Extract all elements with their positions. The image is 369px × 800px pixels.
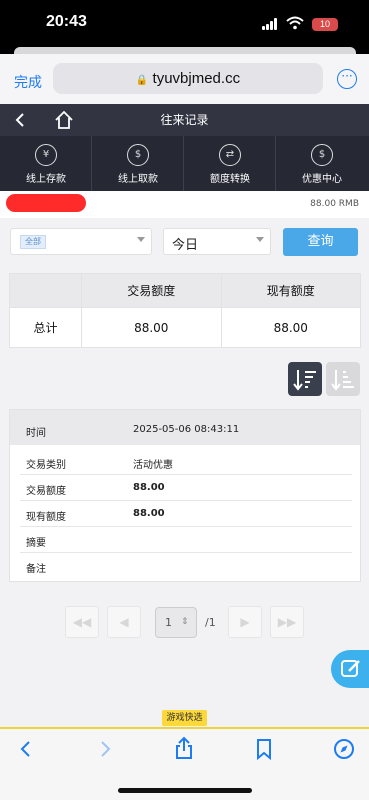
- time-value: 2025-05-06 08:43:11: [133, 424, 240, 435]
- browser-back-icon[interactable]: [18, 740, 34, 758]
- type-tag: 全部: [20, 235, 46, 249]
- query-button[interactable]: 查询: [283, 228, 358, 256]
- page-current: 1: [165, 616, 172, 629]
- total-balance: 88.00: [220, 307, 361, 348]
- signal-icon: [262, 18, 280, 30]
- record-card: 时间 2025-05-06 08:43:11 交易类别 活动优惠 交易额度 88…: [9, 409, 361, 582]
- record-header: 时间 2025-05-06 08:43:11: [10, 410, 360, 445]
- total-amount: 88.00: [81, 307, 222, 348]
- page-title: 往来记录: [160, 113, 209, 127]
- double-chevron-left-icon: ◀◀: [72, 615, 92, 629]
- browser-forward-icon[interactable]: [97, 740, 113, 758]
- suggestion-line: [0, 727, 369, 729]
- row-key: 交易类别: [26, 460, 66, 471]
- chevron-down-icon: [256, 237, 264, 242]
- deposit-icon: ¥: [35, 144, 57, 166]
- row-key: 备注: [26, 564, 46, 575]
- tab-label: 额度转换: [210, 174, 250, 185]
- battery-icon: 10: [312, 18, 338, 31]
- tab-deposit[interactable]: ¥ 线上存款: [0, 136, 92, 191]
- type-select[interactable]: 全部: [10, 228, 152, 255]
- tab-label: 优惠中心: [302, 174, 342, 185]
- done-button[interactable]: 完成: [14, 72, 42, 92]
- tab-promo[interactable]: $ 优惠中心: [276, 136, 368, 191]
- detail-row: 摘要: [20, 527, 352, 553]
- table-header: [9, 273, 82, 308]
- clock: 20:43: [46, 13, 87, 30]
- status-bar: 20:43 10: [0, 0, 369, 54]
- lock-icon: 🔒: [135, 75, 149, 86]
- detail-row: 备注: [20, 553, 352, 579]
- tab-exchange[interactable]: ⇄ 额度转换: [184, 136, 276, 191]
- floating-edit-button[interactable]: [331, 650, 369, 688]
- edit-icon: [341, 660, 360, 677]
- row-value: 88.00: [133, 508, 165, 519]
- redaction-mark: [6, 194, 86, 212]
- detail-row: 现有额度 88.00: [20, 501, 352, 527]
- prev-page-button[interactable]: ◀: [107, 606, 141, 638]
- chevron-down-icon: [137, 237, 145, 242]
- promo-icon: $: [311, 144, 333, 166]
- compass-icon[interactable]: [333, 738, 355, 760]
- url-text: tyuvbjmed.cc: [152, 70, 241, 87]
- summary-table: 交易额度 现有额度 总计 88.00 88.00: [9, 273, 361, 348]
- date-select[interactable]: 今日: [163, 228, 271, 255]
- row-key: 现有额度: [26, 512, 66, 523]
- share-icon[interactable]: [174, 736, 194, 760]
- game-quick-select-button[interactable]: 游戏快选: [162, 710, 207, 726]
- wifi-icon: [286, 16, 304, 30]
- next-page-button[interactable]: ▶: [228, 606, 262, 638]
- sort-asc-button[interactable]: [326, 362, 360, 396]
- tab-withdraw[interactable]: $ 线上取款: [92, 136, 184, 191]
- bookmark-icon[interactable]: [255, 738, 273, 760]
- double-chevron-right-icon: ▶▶: [277, 615, 297, 629]
- chevron-right-icon: ▶: [240, 615, 250, 629]
- stepper-icon: ⇕: [181, 617, 189, 627]
- detail-row: 交易额度 88.00: [20, 475, 352, 501]
- row-key: 摘要: [26, 538, 46, 549]
- sort-desc-icon: [293, 370, 316, 391]
- table-row: 总计 88.00 88.00: [9, 307, 361, 348]
- last-page-button[interactable]: ▶▶: [270, 606, 304, 638]
- balance-text: 88.00 RMB: [310, 199, 359, 209]
- sort-asc-icon: [331, 370, 354, 391]
- url-bar[interactable]: 🔒 tyuvbjmed.cc: [53, 63, 323, 94]
- sort-desc-button[interactable]: [288, 362, 322, 396]
- chevron-left-icon: ◀: [119, 615, 129, 629]
- detail-row: 交易类别 活动优惠: [20, 449, 352, 475]
- table-header: 现有额度: [220, 273, 361, 308]
- table-header: 交易额度: [81, 273, 222, 308]
- tab-label: 线上取款: [118, 174, 158, 185]
- function-tabs: ¥ 线上存款 $ 线上取款 ⇄ 额度转换 $ 优惠中心: [0, 136, 369, 191]
- row-value: 活动优惠: [133, 460, 173, 471]
- ellipsis-circle-icon[interactable]: ···: [337, 69, 357, 89]
- withdraw-icon: $: [127, 144, 149, 166]
- tab-label: 线上存款: [26, 174, 66, 185]
- page-navbar: 往来记录: [0, 104, 369, 136]
- page-number-input[interactable]: 1 ⇕: [155, 607, 197, 638]
- date-value: 今日: [172, 238, 199, 253]
- row-key: 交易额度: [26, 486, 66, 497]
- row-value: 88.00: [133, 482, 165, 493]
- total-label: 总计: [9, 307, 82, 348]
- home-indicator: [118, 788, 252, 793]
- table-header-row: 交易额度 现有额度: [9, 273, 361, 308]
- time-label: 时间: [26, 428, 46, 439]
- exchange-icon: ⇄: [219, 144, 241, 166]
- page-total: /1: [205, 616, 216, 629]
- first-page-button[interactable]: ◀◀: [65, 606, 99, 638]
